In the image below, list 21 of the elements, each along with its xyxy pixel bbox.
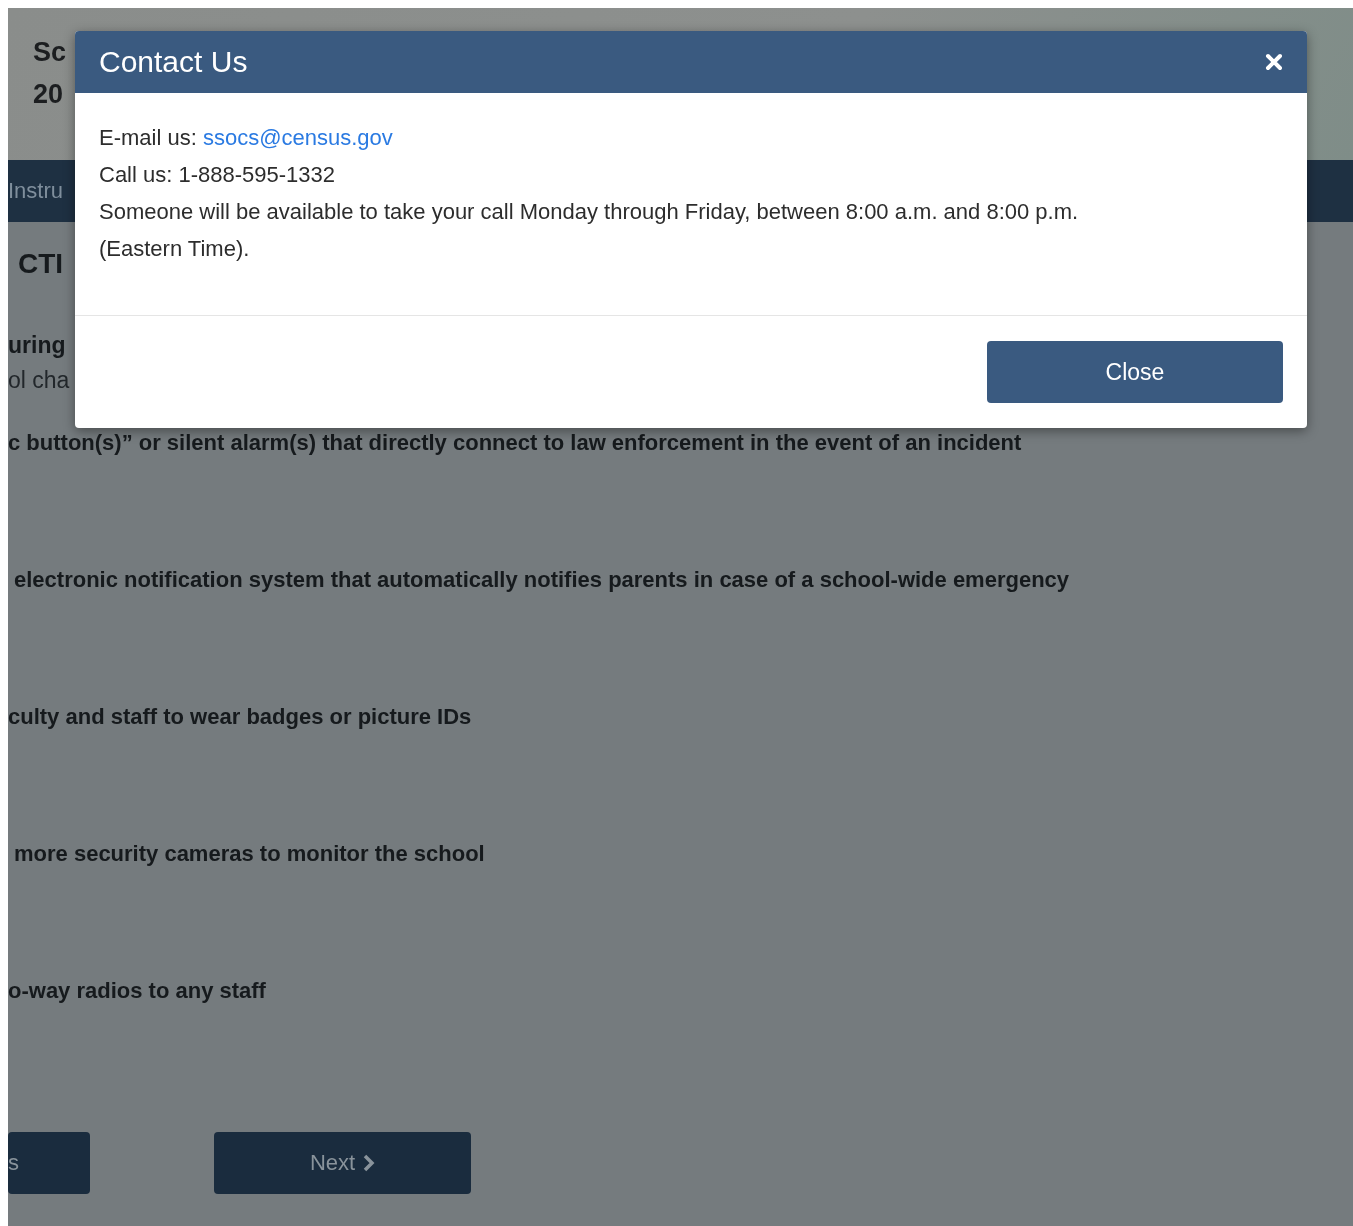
phone-line: Call us: 1-888-595-1332 (99, 161, 336, 189)
question-item: culty and staff to wear badges or picture IDs (8, 704, 472, 730)
nav-link[interactable]: Instru (8, 178, 64, 204)
question-heading: uring (8, 332, 66, 359)
close-icon[interactable] (1265, 53, 1283, 71)
question-item: electronic notification system that automatically notifies parents in case of a school-wide emergency (13, 567, 1070, 593)
question-item: c button(s)” or silent alarm(s) that directly connect to law enforcement in the event of an incident (8, 430, 1022, 456)
question-item: o-way radios to any staff (8, 978, 266, 1004)
back-button[interactable]: s (8, 1132, 90, 1194)
chevron-right-icon (363, 1154, 376, 1172)
close-button[interactable]: Close (987, 341, 1283, 403)
next-button[interactable]: Next (214, 1132, 471, 1194)
question-item: more security cameras to monitor the school (13, 841, 485, 867)
email-line: E-mail us: ssocs@census.gov (99, 124, 393, 152)
question-text: ol cha (8, 367, 70, 394)
email-link[interactable]: ssocs@census.gov (202, 125, 393, 150)
dialog-title: Contact Us (99, 45, 248, 79)
page-title: Sc (33, 36, 67, 69)
hours-text: Someone will be available to take your call Monday through Friday, between 8:00 a.m. and 8:00 p.m. (Eastern Time). (99, 198, 1080, 263)
section-heading: CTI (18, 248, 64, 280)
page-title: 20 (33, 78, 64, 111)
